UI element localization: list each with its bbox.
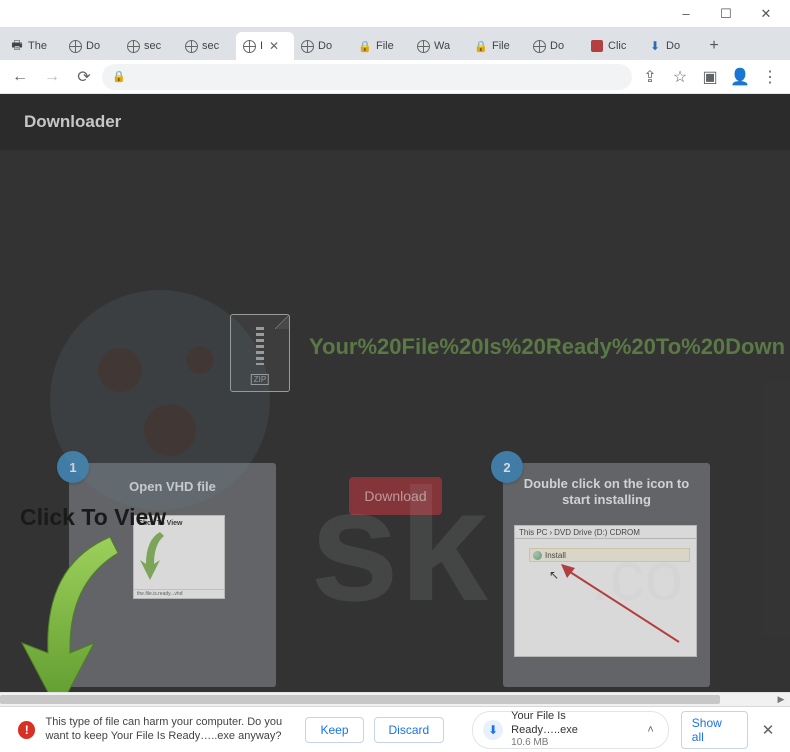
download-button[interactable]: Download xyxy=(349,477,442,515)
app-icon xyxy=(590,39,604,53)
profile-icon[interactable]: 👤 xyxy=(726,63,754,91)
window-close-button[interactable]: ✕ xyxy=(746,1,786,27)
cursor-icon: ↖ xyxy=(549,568,559,582)
page-title: Your%20File%20Is%20Ready%20To%20Down xyxy=(309,334,785,360)
tab-3[interactable]: sec xyxy=(178,32,236,60)
window-maximize-button[interactable]: ☐ xyxy=(706,1,746,27)
download-file-icon: ⬇ xyxy=(483,720,503,740)
globe-icon xyxy=(242,39,256,53)
discard-button[interactable]: Discard xyxy=(374,717,445,743)
tab-close-icon[interactable]: ✕ xyxy=(267,39,281,53)
printer-icon: 🖶 xyxy=(10,39,24,53)
big-green-arrow-icon xyxy=(14,535,134,692)
tab-2[interactable]: sec xyxy=(120,32,178,60)
tab-10[interactable]: Clic xyxy=(584,32,642,60)
tab-title: Wa xyxy=(434,40,450,52)
tab-title: File xyxy=(376,40,394,52)
tab-title: Clic xyxy=(608,40,626,52)
site-title: Downloader xyxy=(24,112,121,132)
step2-thumbnail: This PC › DVD Drive (D:) CDROM Install ↖ xyxy=(514,525,697,657)
step-badge-2: 2 xyxy=(491,451,523,483)
step-badge-1: 1 xyxy=(57,451,89,483)
scroll-right-icon[interactable]: ▶ xyxy=(774,693,788,706)
page-viewport: Downloader sk .co ZIP Your%20File%20Is%2… xyxy=(0,94,790,692)
window-minimize-button[interactable]: – xyxy=(666,1,706,27)
lock-icon: 🔒 xyxy=(474,39,488,53)
forward-button[interactable]: → xyxy=(38,63,66,91)
zip-file-icon: ZIP xyxy=(230,314,290,392)
download-item[interactable]: ⬇ Your File Is Ready…..exe 10.6 MB ˄ xyxy=(472,711,669,749)
tab-1[interactable]: Do xyxy=(62,32,120,60)
browser-tabstrip: 🖶The Do sec sec I✕ Do 🔒File Wa 🔒File Do … xyxy=(0,28,790,60)
tab-6[interactable]: 🔒 File xyxy=(352,32,410,60)
tab-title: File xyxy=(492,40,510,52)
globe-icon xyxy=(416,39,430,53)
click-to-view-text: Click To View xyxy=(20,504,166,531)
step-card-2: 2 Double click on the icon to start inst… xyxy=(503,463,710,687)
tab-title: I xyxy=(260,40,263,52)
kebab-menu-icon[interactable]: ⋮ xyxy=(756,63,784,91)
reload-button[interactable]: ⟳ xyxy=(70,63,98,91)
tab-9[interactable]: Do xyxy=(526,32,584,60)
share-icon[interactable]: ⇪ xyxy=(636,63,664,91)
horizontal-scrollbar[interactable]: ▶ xyxy=(0,692,790,706)
install-label: Install xyxy=(545,551,566,560)
scrollbar-thumb[interactable] xyxy=(0,695,720,704)
download-filesize: 10.6 MB xyxy=(511,737,635,749)
tab-title: The xyxy=(28,40,47,52)
globe-icon xyxy=(184,39,198,53)
tab-7[interactable]: Wa xyxy=(410,32,468,60)
new-tab-button[interactable]: + xyxy=(700,32,728,60)
disc-icon xyxy=(533,551,542,560)
show-all-button[interactable]: Show all xyxy=(681,711,748,749)
globe-icon xyxy=(68,39,82,53)
browser-toolbar: ← → ⟳ 🔒 ⇪ ☆ ▣ 👤 ⋮ xyxy=(0,60,790,94)
crumb-this-pc: This PC xyxy=(519,528,547,537)
tab-0[interactable]: 🖶 The xyxy=(4,32,62,60)
tab-4-active[interactable]: I✕ xyxy=(236,32,294,60)
globe-icon xyxy=(126,39,140,53)
globe-icon xyxy=(532,39,546,53)
tab-title: Do xyxy=(318,40,332,52)
step-title-2: Double click on the icon to start instal… xyxy=(503,463,710,521)
shelf-close-button[interactable]: ✕ xyxy=(756,718,780,742)
window-titlebar: – ☐ ✕ xyxy=(0,0,790,28)
tab-5[interactable]: Do xyxy=(294,32,352,60)
crumb-drive: DVD Drive (D:) CDROM xyxy=(554,528,640,537)
explorer-breadcrumb: This PC › DVD Drive (D:) CDROM xyxy=(515,526,696,539)
tab-11[interactable]: ⬇ Do xyxy=(642,32,700,60)
click-to-view-overlay: Click To View xyxy=(14,504,166,692)
download-item-text: Your File Is Ready…..exe 10.6 MB xyxy=(511,710,635,748)
download-filename: Your File Is Ready…..exe xyxy=(511,710,635,736)
chevron-up-icon[interactable]: ˄ xyxy=(643,724,657,736)
site-lock-icon: 🔒 xyxy=(112,70,126,83)
lock-icon: 🔒 xyxy=(358,39,372,53)
bookmark-star-icon[interactable]: ☆ xyxy=(666,63,694,91)
warning-text: This type of file can harm your computer… xyxy=(45,716,295,744)
download-warning-item: ! This type of file can harm your comput… xyxy=(10,711,452,749)
back-button[interactable]: ← xyxy=(6,63,34,91)
red-arrow-icon xyxy=(561,564,681,644)
tab-title: Do xyxy=(666,40,680,52)
tab-title: sec xyxy=(144,40,161,52)
download-icon: ⬇ xyxy=(648,39,662,53)
warning-icon: ! xyxy=(18,721,35,739)
chevron-right-icon: › xyxy=(549,528,552,537)
toolbar-right: ⇪ ☆ ▣ 👤 ⋮ xyxy=(636,63,784,91)
tab-title: Do xyxy=(550,40,564,52)
side-panel-icon[interactable]: ▣ xyxy=(696,63,724,91)
tab-title: Do xyxy=(86,40,100,52)
keep-button[interactable]: Keep xyxy=(305,717,363,743)
address-bar[interactable]: 🔒 xyxy=(102,64,632,90)
download-shelf: ! This type of file can harm your comput… xyxy=(0,706,790,752)
tab-title: sec xyxy=(202,40,219,52)
globe-icon xyxy=(300,39,314,53)
tab-8[interactable]: 🔒 File xyxy=(468,32,526,60)
site-header: Downloader xyxy=(0,94,790,150)
zip-label: ZIP xyxy=(251,374,269,385)
install-row: Install xyxy=(529,548,690,562)
